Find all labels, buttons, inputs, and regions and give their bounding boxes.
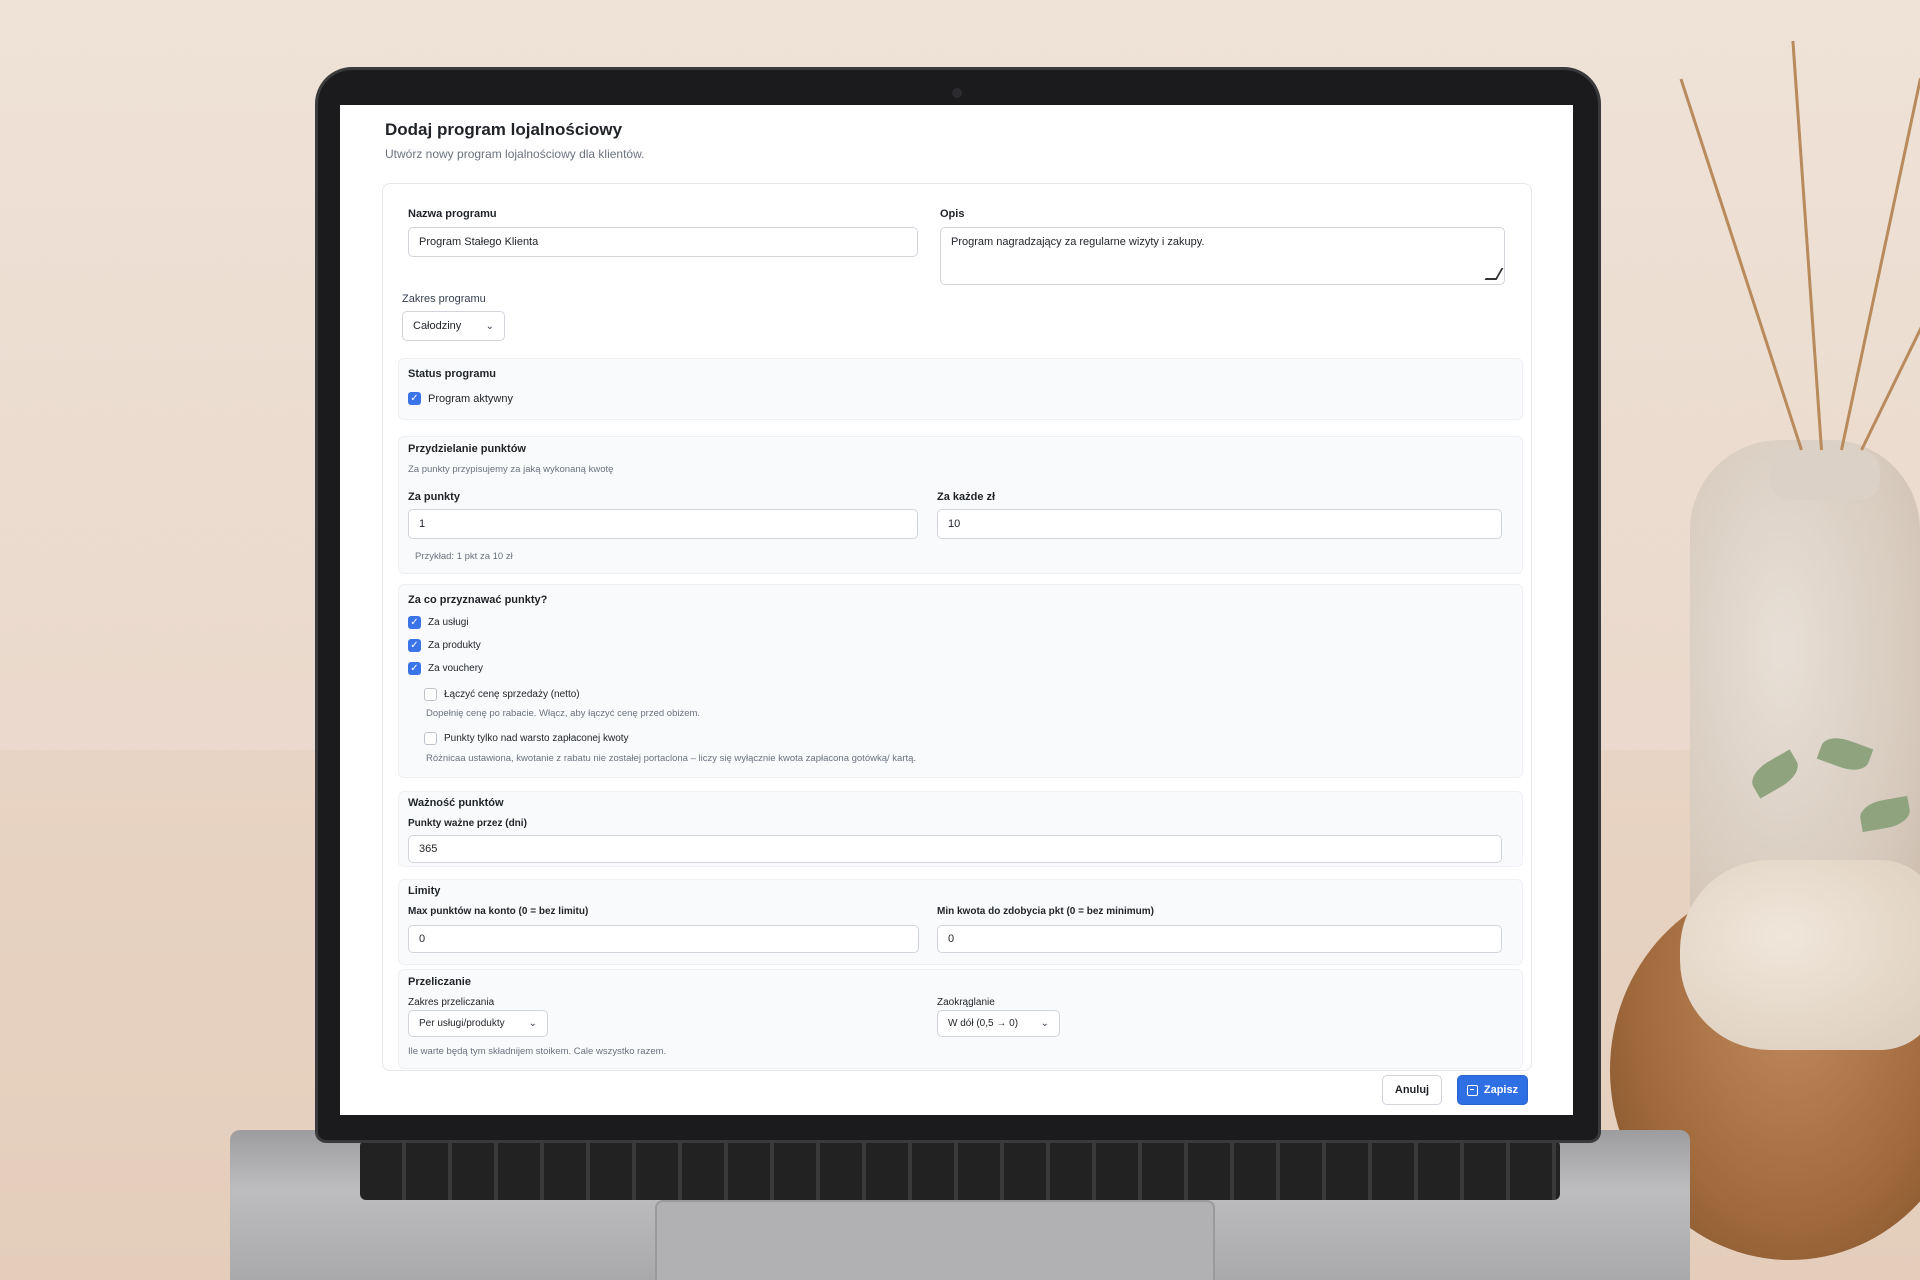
cancel-button[interactable]: Anuluj: [1382, 1075, 1442, 1105]
page-title: Dodaj program lojalnościowy: [385, 120, 623, 139]
validity-days-input[interactable]: 365: [408, 835, 1502, 863]
status-section: [398, 358, 1523, 420]
earn-section: [398, 584, 1523, 778]
program-scope-value: Całodziny: [413, 320, 462, 332]
net-price-checkbox[interactable]: Łączyć cenę sprzedaży (netto): [424, 688, 580, 701]
points-label: Za punkty: [408, 491, 460, 503]
save-button-label: Zapisz: [1483, 1084, 1519, 1096]
dried-flower-stem: [1860, 152, 1920, 451]
description-label: Opis: [940, 208, 965, 220]
min-amount-input[interactable]: 0: [937, 925, 1502, 953]
earn-vouchers-checkbox[interactable]: ✓ Za vouchery: [408, 662, 483, 675]
laptop-camera: [952, 88, 962, 98]
max-points-value: 0: [419, 933, 426, 945]
earn-products-label: Za produkty: [428, 640, 481, 651]
screen: Dodaj program lojalnościowy Utwórz nowy …: [340, 105, 1573, 1115]
chevron-down-icon: ⌄: [485, 320, 494, 332]
checkbox-unchecked-icon: [424, 732, 437, 745]
dried-flower-stem: [1679, 78, 1803, 451]
description-value: Program nagradzający za regularne wizyty…: [951, 236, 1205, 248]
checkbox-unchecked-icon: [424, 688, 437, 701]
max-points-input[interactable]: 0: [408, 925, 919, 953]
program-name-input[interactable]: Program Stałego Klienta: [408, 227, 918, 257]
earn-vouchers-label: Za vouchery: [428, 663, 484, 674]
rounding-label: Zaokrąglanie: [937, 997, 995, 1008]
max-points-label: Max punktów na konto (0 = bez limitu): [408, 906, 589, 917]
per-amount-input[interactable]: 10: [937, 509, 1502, 539]
chevron-down-icon: ⌄: [1040, 1018, 1049, 1029]
program-scope-label: Zakres programu: [402, 293, 486, 305]
program-scope-select[interactable]: Całodziny ⌄: [402, 311, 505, 341]
program-active-label: Program aktywny: [428, 392, 513, 405]
checkbox-checked-icon: ✓: [408, 662, 421, 675]
program-name-value: Program Stałego Klienta: [419, 236, 539, 248]
validity-days-value: 365: [419, 843, 438, 855]
calc-scope-value: Per usługi/produkty: [419, 1018, 505, 1029]
page-subtitle: Utwórz nowy program lojalnościowy dla kl…: [385, 147, 645, 161]
checkbox-checked-icon: ✓: [408, 392, 421, 405]
points-hint: Za punkty przypisujemy za jaką wykonaną …: [408, 464, 614, 475]
points-section: [398, 436, 1523, 574]
rounding-select[interactable]: W dół (0,5 → 0) ⌄: [937, 1010, 1060, 1037]
points-title: Przydzielanie punktów: [408, 443, 526, 455]
paid-only-label: Punkty tylko nad warsto zapłaconej kwoty: [444, 733, 629, 744]
save-button[interactable]: Zapisz: [1457, 1075, 1528, 1105]
points-example: Przykład: 1 pkt za 10 zł: [415, 551, 513, 562]
min-amount-value: 0: [948, 933, 955, 945]
validity-days-label: Punkty ważne przez (dni): [408, 818, 527, 829]
paid-only-checkbox[interactable]: Punkty tylko nad warsto zapłaconej kwoty: [424, 732, 629, 745]
description-textarea[interactable]: Program nagradzający za regularne wizyty…: [940, 227, 1505, 285]
net-price-label: Łączyć cenę sprzedaży (netto): [444, 689, 580, 700]
calc-scope-select[interactable]: Per usługi/produkty ⌄: [408, 1010, 548, 1037]
min-amount-label: Min kwota do zdobycia pkt (0 = bez minim…: [937, 906, 1154, 917]
checkbox-checked-icon: ✓: [408, 639, 421, 652]
save-icon: [1466, 1084, 1478, 1096]
limits-title: Limity: [408, 885, 441, 897]
earn-title: Za co przyznawać punkty?: [408, 594, 548, 606]
program-name-label: Nazwa programu: [408, 208, 497, 220]
chevron-down-icon: ⌄: [528, 1018, 537, 1029]
laptop-keyboard: [360, 1140, 1560, 1200]
points-input[interactable]: 1: [408, 509, 918, 539]
calc-hint: Ile warte będą tym składnijem stoikem. C…: [408, 1046, 667, 1057]
net-price-hint: Dopełnię cenę po rabacie. Włącz, aby łąc…: [426, 708, 701, 719]
earn-services-checkbox[interactable]: ✓ Za usługi: [408, 616, 469, 629]
status-title: Status programu: [408, 368, 497, 380]
paid-only-hint: Różnicaa ustawiona, kwotanie z rabatu ni…: [426, 753, 917, 764]
program-active-checkbox[interactable]: ✓ Program aktywny: [408, 392, 513, 405]
calc-scope-label: Zakres przeliczania: [408, 997, 495, 1008]
calc-title: Przeliczanie: [408, 976, 471, 988]
towel-decor: [1680, 860, 1920, 1050]
checkbox-checked-icon: ✓: [408, 616, 421, 629]
dried-flower-stem: [1840, 77, 1920, 451]
dried-flower-stem: [1791, 40, 1823, 451]
points-value: 1: [419, 518, 426, 530]
laptop-trackpad: [655, 1200, 1215, 1280]
per-amount-value: 10: [948, 518, 961, 530]
resize-handle-icon[interactable]: [1484, 268, 1504, 280]
validity-title: Ważność punktów: [408, 797, 504, 809]
rounding-value: W dół (0,5 → 0): [948, 1018, 1019, 1029]
per-amount-label: Za każde zł: [937, 491, 996, 503]
earn-services-label: Za usługi: [428, 617, 469, 628]
earn-products-checkbox[interactable]: ✓ Za produkty: [408, 639, 481, 652]
